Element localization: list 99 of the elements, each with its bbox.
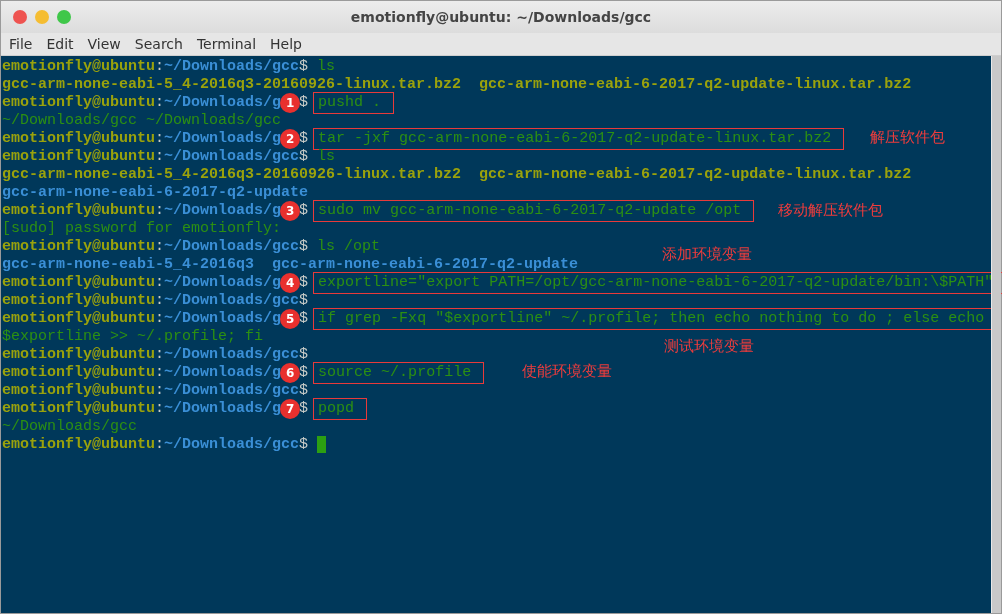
- directory-name: gcc-arm-none-eabi-5_4-2016q3: [2, 256, 255, 273]
- output-text: ~/Downloads/gcc: [2, 418, 138, 435]
- command-text: ls: [317, 58, 336, 75]
- step-number: 5: [280, 309, 301, 329]
- maximize-icon[interactable]: [57, 10, 71, 24]
- prompt-user: emotionfly@ubuntu: [2, 436, 156, 453]
- output-text: $exportline >> ~/.profile; fi: [2, 328, 264, 345]
- minimize-icon[interactable]: [35, 10, 49, 24]
- annotation-note: 解压软件包: [870, 128, 945, 147]
- prompt-symbol: $: [299, 148, 309, 165]
- prompt-symbol: $: [299, 346, 309, 363]
- command-text: tar -jxf gcc-arm-none-eabi-6-2017-q2-update-linux.tar.bz2: [313, 128, 845, 150]
- menu-item[interactable]: View: [81, 36, 129, 52]
- prompt-user: emotionfly@ubuntu: [2, 148, 156, 165]
- prompt-path: ~/Downloads/g: [164, 274, 282, 291]
- step-number: 4: [280, 273, 301, 293]
- annotation-note: 移动解压软件包: [778, 201, 883, 220]
- prompt-user: emotionfly@ubuntu: [2, 310, 156, 327]
- menu-item[interactable]: Search: [128, 36, 191, 52]
- annotation-note: 添加环境变量: [662, 245, 752, 264]
- menu-item[interactable]: Edit: [40, 36, 82, 52]
- step-number: 2: [280, 129, 301, 149]
- prompt-symbol: $: [299, 292, 309, 309]
- prompt-user: emotionfly@ubuntu: [2, 94, 156, 111]
- prompt-colon: :: [155, 238, 165, 255]
- annotation-note: 测试环境变量: [664, 337, 754, 356]
- prompt-colon: :: [155, 130, 165, 147]
- prompt-user: emotionfly@ubuntu: [2, 58, 156, 75]
- prompt-user: emotionfly@ubuntu: [2, 130, 156, 147]
- prompt-symbol: $: [299, 274, 309, 291]
- prompt-symbol: $: [299, 364, 309, 381]
- command-text: source ~/.profile: [313, 362, 485, 384]
- menu-item[interactable]: Terminal: [190, 36, 265, 52]
- output-text: [sudo] password for emotionfly:: [2, 220, 282, 237]
- prompt-symbol: $: [299, 238, 309, 255]
- prompt-path: ~/Downloads/gcc: [164, 346, 300, 363]
- prompt-symbol: $: [299, 400, 309, 417]
- prompt-user: emotionfly@ubuntu: [2, 274, 156, 291]
- prompt-path: ~/Downloads/gcc: [164, 436, 300, 453]
- prompt-user: emotionfly@ubuntu: [2, 202, 156, 219]
- step-number: 6: [280, 363, 301, 383]
- prompt-user: emotionfly@ubuntu: [2, 346, 156, 363]
- prompt-symbol: $: [299, 382, 309, 399]
- prompt-path: ~/Downloads/gcc: [164, 292, 300, 309]
- prompt-path: ~/Downloads/gcc: [164, 58, 300, 75]
- close-icon[interactable]: [13, 10, 27, 24]
- command-text: sudo mv gcc-arm-none-eabi-6-2017-q2-update /opt: [313, 200, 755, 222]
- window-title: emotionfly@ubuntu: ~/Downloads/gcc: [350, 9, 652, 25]
- prompt-user: emotionfly@ubuntu: [2, 238, 156, 255]
- prompt-symbol: $: [299, 94, 309, 111]
- prompt-path: ~/Downloads/gcc: [164, 382, 300, 399]
- prompt-path: ~/Downloads/g: [164, 94, 282, 111]
- prompt-path: ~/Downloads/g: [164, 400, 282, 417]
- step-number: 1: [280, 93, 301, 113]
- prompt-colon: :: [155, 400, 165, 417]
- prompt-symbol: $: [299, 436, 309, 453]
- archive-filename: gcc-arm-none-eabi-5_4-2016q3-20160926-linux.tar.bz2: [2, 166, 462, 183]
- prompt-user: emotionfly@ubuntu: [2, 382, 156, 399]
- prompt-colon: :: [155, 202, 165, 219]
- prompt-colon: :: [155, 292, 165, 309]
- prompt-colon: :: [155, 382, 165, 399]
- command-text: popd: [313, 398, 368, 420]
- prompt-colon: :: [155, 58, 165, 75]
- prompt-colon: :: [155, 346, 165, 363]
- menu-item[interactable]: Help: [264, 36, 310, 52]
- output-text: ~/Downloads/gcc ~/Downloads/gcc: [2, 112, 282, 129]
- command-text: pushd .: [313, 92, 395, 114]
- archive-filename: gcc-arm-none-eabi-6-2017-q2-update-linux.tar.bz2: [479, 76, 912, 93]
- menu-item[interactable]: File: [3, 36, 41, 52]
- prompt-symbol: $: [299, 310, 309, 327]
- annotation-note: 使能环境变量: [522, 362, 612, 381]
- prompt-path: ~/Downloads/g: [164, 202, 282, 219]
- prompt-symbol: $: [299, 130, 309, 147]
- prompt-user: emotionfly@ubuntu: [2, 292, 156, 309]
- command-text: ls /opt: [317, 238, 381, 255]
- step-number: 3: [280, 201, 301, 221]
- prompt-path: ~/Downloads/g: [164, 130, 282, 147]
- archive-filename: gcc-arm-none-eabi-5_4-2016q3-20160926-linux.tar.bz2: [2, 76, 462, 93]
- prompt-colon: :: [155, 436, 165, 453]
- prompt-colon: :: [155, 148, 165, 165]
- prompt-path: ~/Downloads/g: [164, 310, 282, 327]
- prompt-user: emotionfly@ubuntu: [2, 400, 156, 417]
- directory-name: gcc-arm-none-eabi-6-2017-q2-update: [272, 256, 579, 273]
- prompt-path: ~/Downloads/gcc: [164, 148, 300, 165]
- prompt-colon: :: [155, 94, 165, 111]
- prompt-symbol: $: [299, 58, 309, 75]
- prompt-symbol: $: [299, 202, 309, 219]
- prompt-colon: :: [155, 364, 165, 381]
- directory-name: gcc-arm-none-eabi-6-2017-q2-update: [2, 184, 309, 201]
- command-text: exportline="export PATH=/opt/gcc-arm-none-eabi-6-2017-q2-update/bin:\$PATH": [313, 272, 1002, 294]
- command-text: ls: [317, 148, 336, 165]
- prompt-user: emotionfly@ubuntu: [2, 364, 156, 381]
- scrollbar[interactable]: [991, 56, 1001, 613]
- prompt-path: ~/Downloads/gcc: [164, 238, 300, 255]
- step-number: 7: [280, 399, 301, 419]
- prompt-colon: :: [155, 274, 165, 291]
- prompt-colon: :: [155, 310, 165, 327]
- prompt-path: ~/Downloads/g: [164, 364, 282, 381]
- archive-filename: gcc-arm-none-eabi-6-2017-q2-update-linux.tar.bz2: [479, 166, 912, 183]
